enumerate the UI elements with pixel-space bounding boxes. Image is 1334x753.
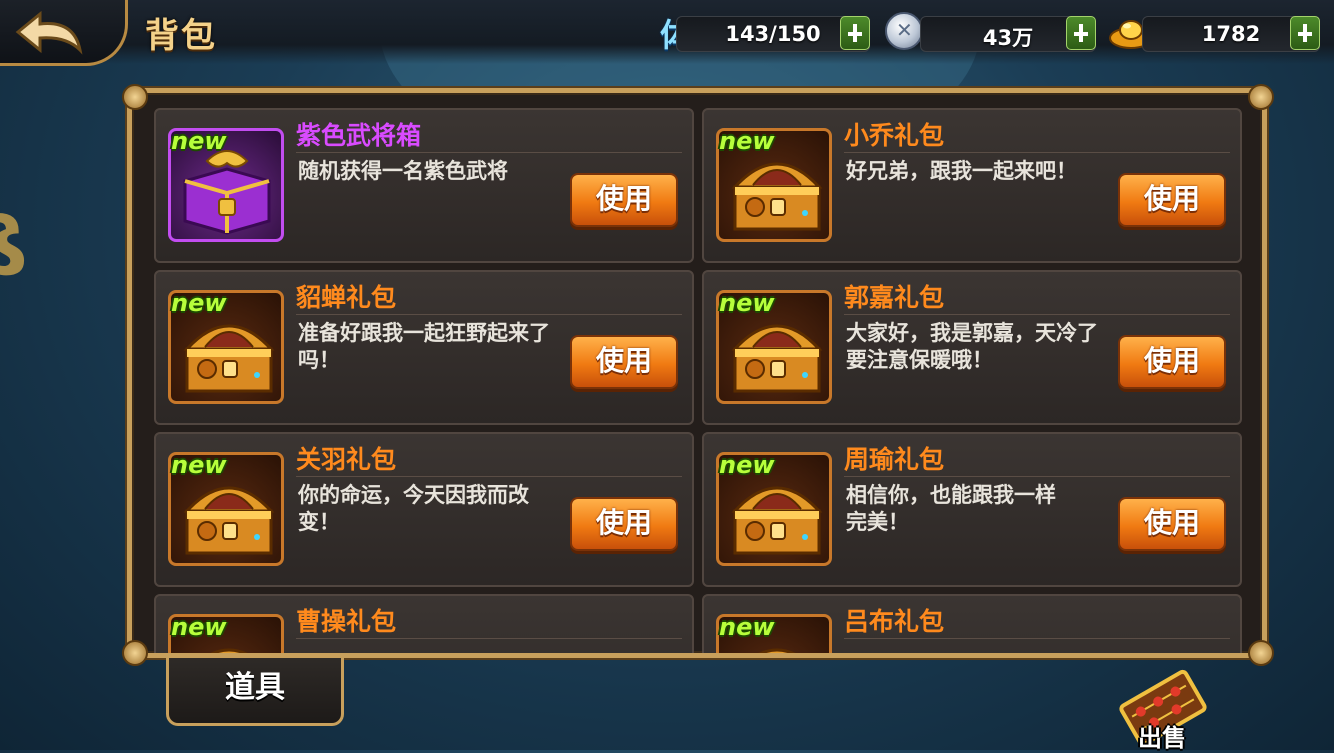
item-card: new 吕布礼包 (702, 594, 1242, 653)
divider (296, 638, 682, 639)
divider (844, 314, 1230, 315)
item-description: 相信你，也能跟我一样完美！ (846, 483, 1056, 534)
use-button-label: 使用 (1143, 506, 1200, 539)
use-button[interactable]: 使用 (570, 497, 678, 551)
item-description: 随机获得一名紫色武将 (298, 159, 508, 183)
new-badge: new (171, 289, 227, 317)
use-button[interactable]: 使用 (1118, 173, 1226, 227)
panel-corner-ornament (1248, 640, 1274, 666)
tab-props-label: 道具 (225, 670, 285, 705)
use-button-label: 使用 (1143, 182, 1200, 215)
background-emblem: ß (0, 200, 28, 293)
item-description: 好兄弟，跟我一起来吧！ (846, 159, 1077, 183)
divider (844, 152, 1230, 153)
panel-corner-ornament (1248, 84, 1274, 110)
item-card: new 貂蝉礼包 准备好跟我一起狂野起来了吗！ 使用 (154, 270, 694, 425)
item-name: 紫色武将箱 (296, 121, 422, 150)
item-name: 貂蝉礼包 (296, 283, 397, 312)
item-icon[interactable]: new (168, 613, 284, 653)
treasure-chest-icon (731, 324, 823, 393)
item-icon[interactable]: new (716, 127, 832, 242)
panel-corner-ornament (122, 84, 148, 110)
tab-props[interactable]: 道具 (166, 658, 344, 726)
back-button[interactable] (0, 0, 128, 66)
item-card: new 紫色武将箱 随机获得一名紫色武将 使用 (154, 108, 694, 263)
item-card: new 关羽礼包 你的命运，今天因我而改变！ 使用 (154, 432, 694, 587)
item-name: 小乔礼包 (844, 121, 945, 150)
panel-corner-ornament (122, 640, 148, 666)
new-badge: new (171, 451, 227, 479)
item-icon[interactable]: new (716, 451, 832, 566)
item-card: new 曹操礼包 (154, 594, 694, 653)
divider (296, 152, 682, 153)
use-button[interactable]: 使用 (1118, 335, 1226, 389)
new-badge: new (719, 289, 775, 317)
divider (296, 476, 682, 477)
use-button-label: 使用 (595, 182, 652, 215)
back-arrow-icon (15, 10, 83, 55)
item-icon[interactable]: new (168, 289, 284, 404)
item-description: 你的命运，今天因我而改变！ (298, 483, 529, 534)
silver-add-button[interactable] (1066, 16, 1096, 50)
use-button-label: 使用 (595, 506, 652, 539)
new-badge: new (171, 127, 227, 155)
item-name: 关羽礼包 (296, 445, 397, 474)
treasure-chest-icon (731, 162, 823, 231)
item-icon[interactable]: new (716, 613, 832, 653)
sell-label[interactable]: 出售 (1138, 718, 1186, 753)
page-title: 背包 (145, 16, 217, 56)
divider (296, 314, 682, 315)
item-icon[interactable]: new (716, 289, 832, 404)
new-badge: new (719, 127, 775, 155)
new-badge: new (719, 613, 775, 641)
stamina-add-button[interactable] (840, 16, 870, 50)
use-button[interactable]: 使用 (570, 173, 678, 227)
item-name: 郭嘉礼包 (844, 283, 945, 312)
use-button[interactable]: 使用 (570, 335, 678, 389)
item-description: 大家好，我是郭嘉，天冷了要注意保暖哦！ (846, 321, 1098, 372)
treasure-chest-icon (731, 486, 823, 555)
new-badge: new (171, 613, 227, 641)
item-icon[interactable]: new (168, 127, 284, 242)
item-name: 周瑜礼包 (844, 445, 945, 474)
treasure-chest-icon (183, 486, 275, 555)
gold-add-button[interactable] (1290, 16, 1320, 50)
use-button[interactable]: 使用 (1118, 497, 1226, 551)
silver-coin-icon (885, 12, 923, 50)
treasure-chest-icon (183, 324, 275, 393)
use-button-label: 使用 (1143, 344, 1200, 377)
item-name: 吕布礼包 (844, 607, 945, 636)
divider (844, 476, 1230, 477)
divider (844, 638, 1230, 639)
new-badge: new (719, 451, 775, 479)
inventory-panel[interactable]: new 紫色武将箱 随机获得一名紫色武将 使用 new 小乔礼包 好兄弟，跟我一… (127, 88, 1267, 658)
item-name: 曹操礼包 (296, 607, 397, 636)
purple-chest-icon (183, 150, 271, 235)
item-card: new 周瑜礼包 相信你，也能跟我一样完美！ 使用 (702, 432, 1242, 587)
item-card: new 小乔礼包 好兄弟，跟我一起来吧！ 使用 (702, 108, 1242, 263)
item-description: 准备好跟我一起狂野起来了吗！ (298, 321, 550, 372)
item-icon[interactable]: new (168, 451, 284, 566)
item-card: new 郭嘉礼包 大家好，我是郭嘉，天冷了要注意保暖哦！ 使用 (702, 270, 1242, 425)
use-button-label: 使用 (595, 344, 652, 377)
